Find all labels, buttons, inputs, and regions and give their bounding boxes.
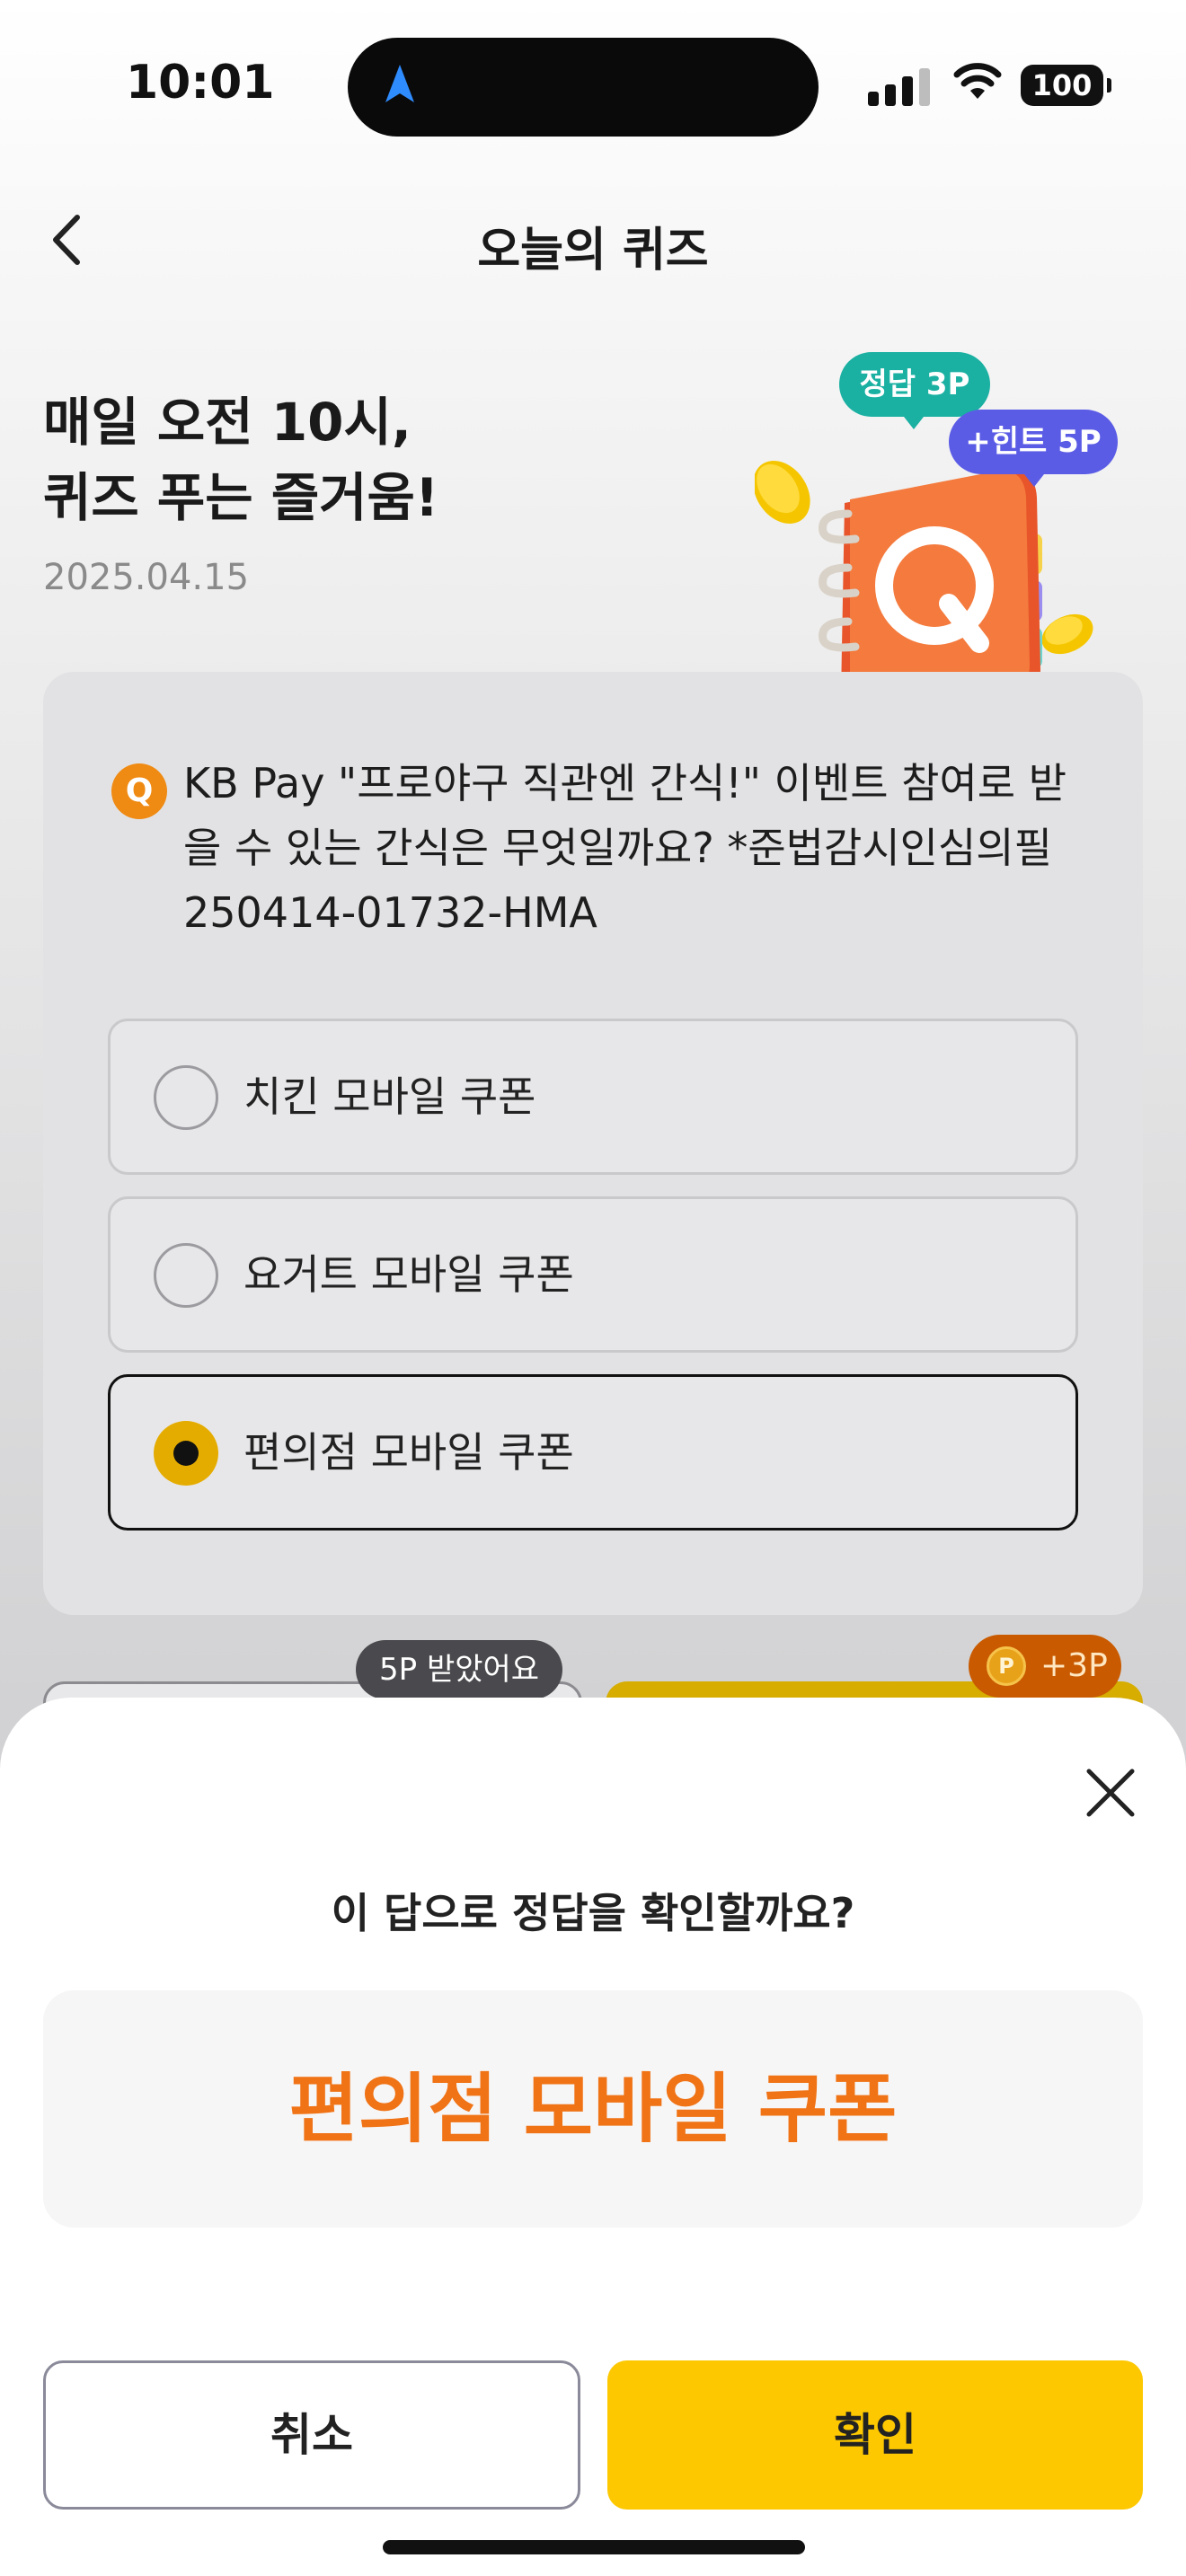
quiz-date: 2025.04.15 bbox=[43, 557, 250, 598]
radio-button-selected[interactable] bbox=[154, 1421, 218, 1486]
question-text: KB Pay "프로야구 직관엔 간식!" 이벤트 참여로 받 을 수 있는 간… bbox=[183, 751, 1082, 945]
close-button[interactable] bbox=[1078, 1760, 1143, 1825]
answer-option-convenience-store[interactable]: 편의점 모바일 쿠폰 bbox=[108, 1374, 1078, 1531]
illustration-letter: Q bbox=[755, 449, 756, 450]
battery-icon: 100 bbox=[1021, 65, 1111, 106]
close-icon bbox=[1086, 1769, 1135, 1817]
hint-received-badge: 5P 받았어요 bbox=[356, 1640, 563, 1699]
point-reward-value: +3P bbox=[1040, 1647, 1108, 1684]
location-arrow-icon bbox=[385, 65, 414, 102]
confirm-button[interactable]: 확인 bbox=[607, 2360, 1143, 2510]
cancel-button[interactable]: 취소 bbox=[43, 2360, 580, 2510]
selected-answer-display: 편의점 모바일 쿠폰 bbox=[43, 1990, 1143, 2228]
point-reward-badge: P +3P bbox=[969, 1635, 1121, 1698]
hero-title: 매일 오전 10시, 퀴즈 푸는 즐거움! bbox=[43, 384, 438, 535]
answer-option-yogurt[interactable]: 요거트 모바일 쿠폰 bbox=[108, 1196, 1078, 1353]
hint-points-bubble: +힌트 5P bbox=[949, 410, 1118, 487]
point-coin-icon: P bbox=[987, 1646, 1026, 1686]
hero-title-line: 매일 오전 10시, bbox=[43, 392, 412, 453]
radio-button[interactable] bbox=[154, 1243, 218, 1308]
status-time: 10:01 bbox=[126, 56, 275, 110]
question-line: KB Pay "프로야구 직관엔 간식!" 이벤트 참여로 받 bbox=[183, 759, 1067, 807]
answer-option-chicken[interactable]: 치킨 모바일 쿠폰 bbox=[108, 1019, 1078, 1175]
confirm-question: 이 답으로 정답을 확인할까요? bbox=[331, 1889, 855, 1937]
option-label: 요거트 모바일 쿠폰 bbox=[243, 1250, 574, 1299]
option-label: 치킨 모바일 쿠폰 bbox=[243, 1072, 536, 1121]
radio-button[interactable] bbox=[154, 1065, 218, 1130]
option-label: 편의점 모바일 쿠폰 bbox=[243, 1428, 574, 1477]
wifi-icon bbox=[953, 63, 1002, 99]
dynamic-island bbox=[348, 38, 819, 137]
home-indicator bbox=[383, 2540, 805, 2554]
answer-points-bubble: 정답 3P bbox=[839, 352, 990, 429]
question-line: 을 수 있는 간식은 무엇일까요? *준법감시인심의필 bbox=[183, 824, 1052, 872]
hero-title-line: 퀴즈 푸는 즐거움! bbox=[43, 467, 439, 528]
question-line: 250414-01732-HMA bbox=[183, 888, 597, 937]
signal-icon bbox=[868, 65, 930, 106]
question-badge: Q bbox=[111, 763, 167, 819]
page-title: 오늘의 퀴즈 bbox=[477, 224, 709, 278]
